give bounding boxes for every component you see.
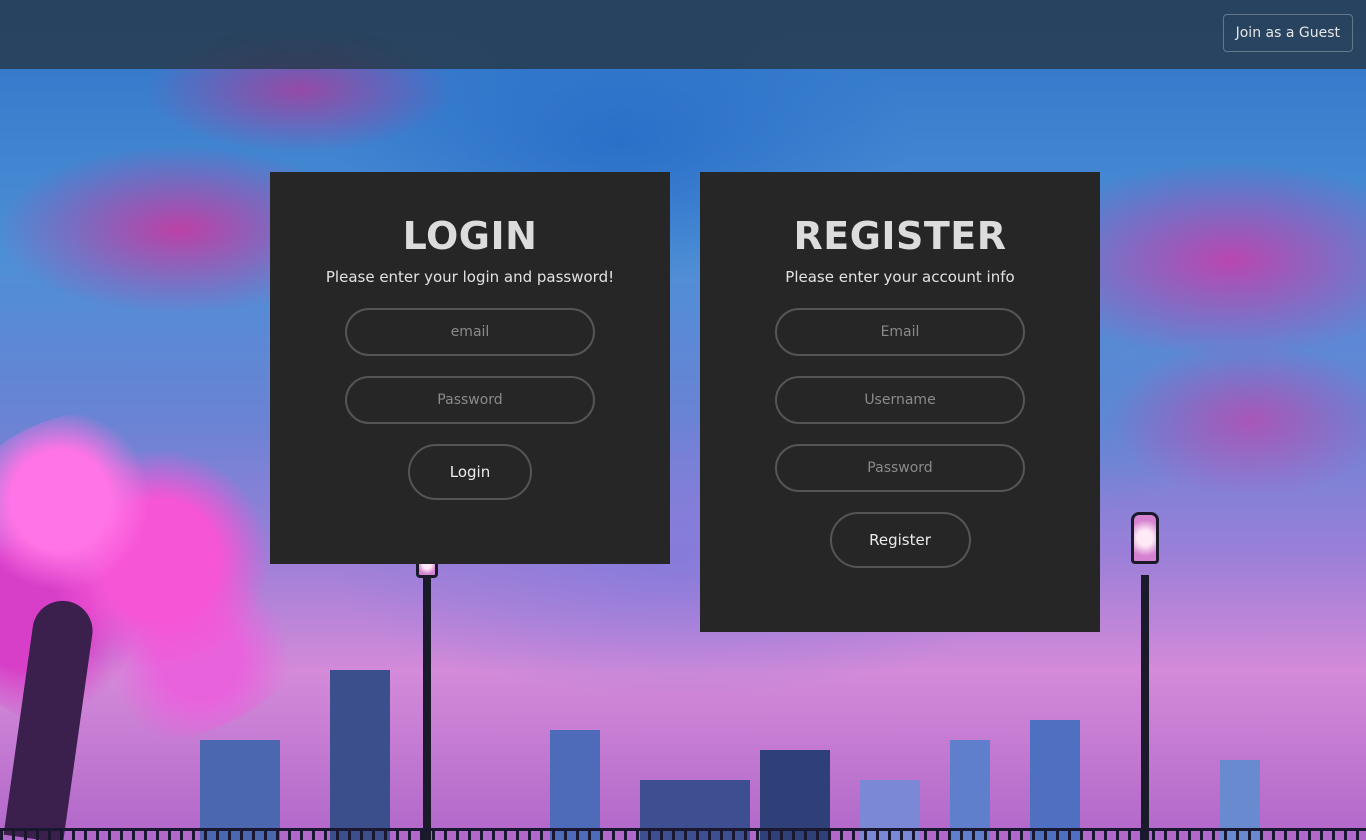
login-panel: LOGIN Please enter your login and passwo… [270, 172, 670, 564]
register-username-input[interactable] [775, 376, 1025, 424]
register-password-input[interactable] [775, 444, 1025, 492]
street-lamp-right [1141, 575, 1149, 840]
register-button[interactable]: Register [829, 512, 971, 568]
street-lamp-left [423, 568, 431, 840]
login-button[interactable]: Login [408, 444, 532, 500]
register-title: REGISTER [793, 214, 1007, 258]
city-skyline [0, 670, 1366, 840]
background-artwork [0, 0, 1366, 840]
register-panel: REGISTER Please enter your account info … [700, 172, 1100, 632]
login-subtitle: Please enter your login and password! [325, 268, 615, 286]
login-password-input[interactable] [345, 376, 595, 424]
register-subtitle: Please enter your account info [785, 268, 1015, 286]
lamp-head-right [1131, 512, 1159, 564]
login-email-input[interactable] [345, 308, 595, 356]
join-as-guest-button[interactable]: Join as a Guest [1222, 14, 1353, 52]
top-bar: Join as a Guest [0, 0, 1366, 69]
login-title: LOGIN [402, 214, 538, 258]
railing [0, 828, 1366, 840]
register-email-input[interactable] [775, 308, 1025, 356]
